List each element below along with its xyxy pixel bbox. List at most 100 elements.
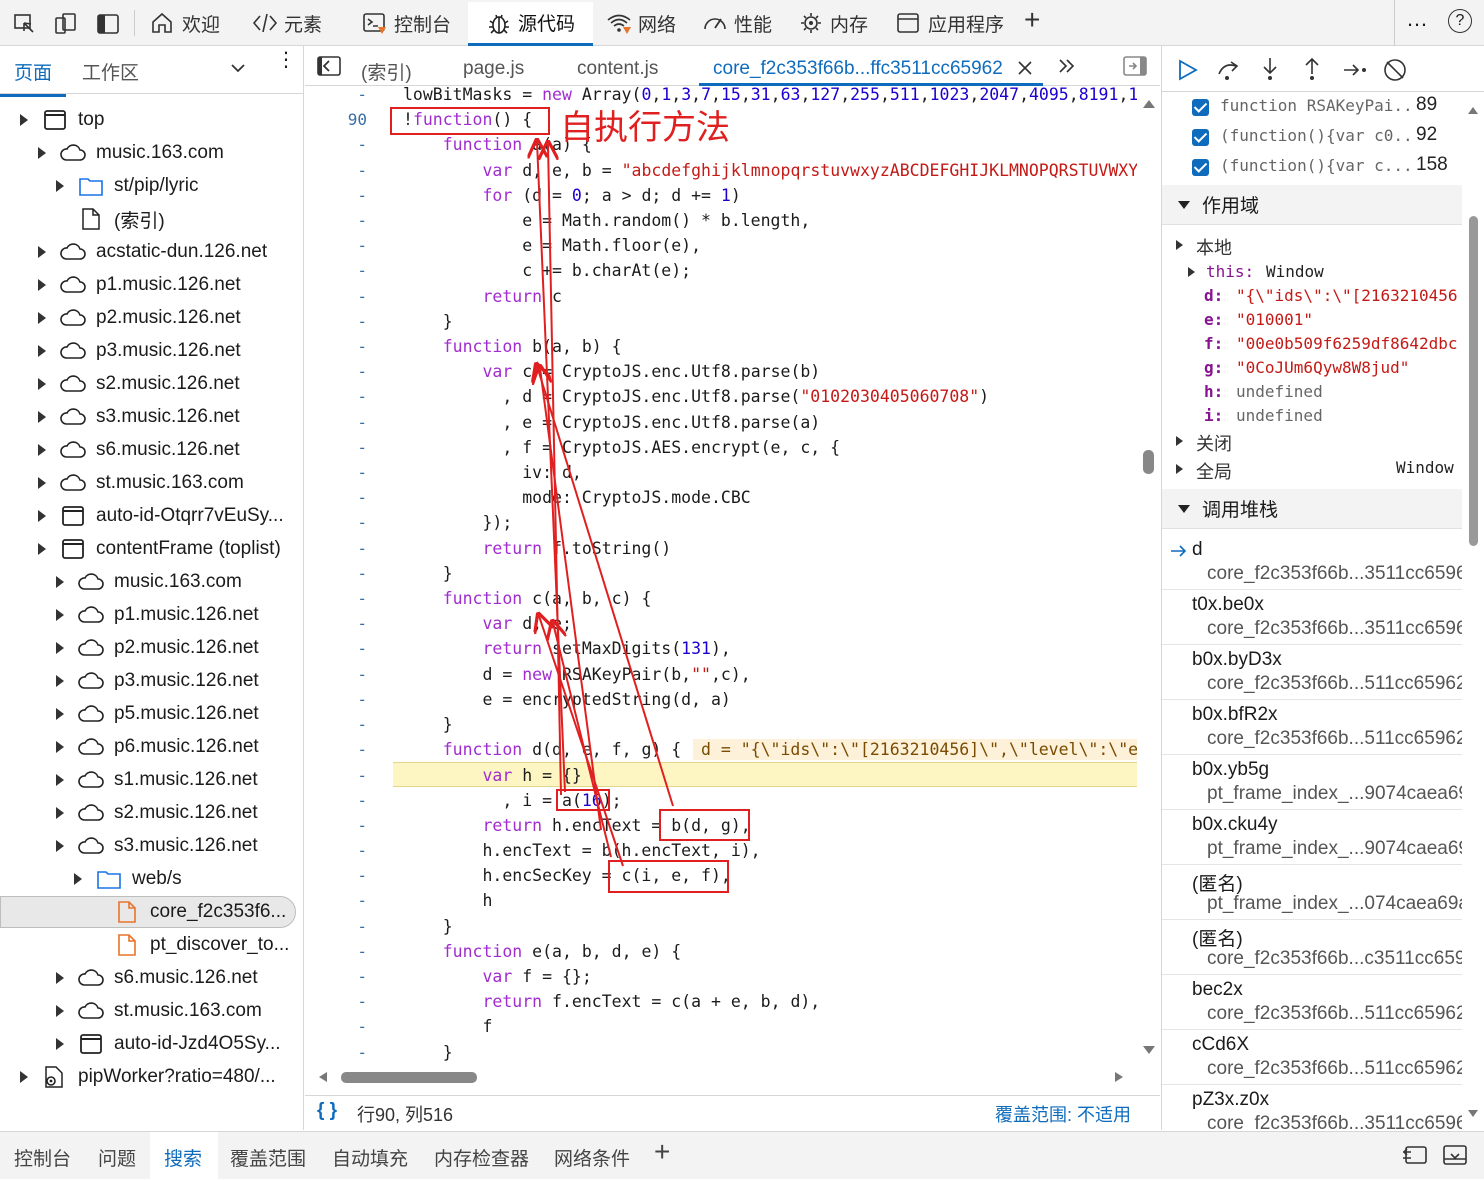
editor-tab-page-js[interactable]: page.js xyxy=(463,58,524,80)
frame-location[interactable]: pt_frame_index_...9074caea69 xyxy=(1207,783,1462,805)
code-line[interactable]: - var h = {} xyxy=(357,762,1137,788)
expand-arrow-icon[interactable] xyxy=(38,279,46,291)
scope-variable[interactable]: i: undefined xyxy=(1162,406,1462,430)
pretty-print-button[interactable]: { } xyxy=(317,1100,337,1122)
line-number[interactable]: - xyxy=(305,838,367,863)
expand-arrow-icon[interactable] xyxy=(38,510,46,522)
chevron-down-icon[interactable] xyxy=(230,60,246,76)
code-line[interactable]: - f xyxy=(305,1014,1137,1039)
more-options-button[interactable]: … xyxy=(1406,6,1429,32)
drawer-tab-console[interactable]: 控制台 xyxy=(14,1144,71,1171)
expand-arrow-icon[interactable] xyxy=(56,708,64,720)
line-number[interactable]: - xyxy=(305,813,367,838)
tree-item[interactable]: pipWorker?ratio=480/... xyxy=(20,1061,276,1093)
expand-arrow-icon[interactable] xyxy=(56,840,64,852)
drawer-tab-memory-inspector[interactable]: 内存检查器 xyxy=(434,1144,529,1171)
line-number[interactable]: - xyxy=(305,359,367,384)
scope-this[interactable]: this: Window xyxy=(1162,262,1462,286)
line-number[interactable]: - xyxy=(305,737,367,762)
tree-item[interactable]: s3.music.126.net xyxy=(56,830,258,862)
tree-item[interactable]: top xyxy=(20,104,104,136)
frame-location[interactable]: core_f2c353f66b...3511cc6596 xyxy=(1207,618,1462,640)
line-number[interactable]: - xyxy=(305,611,367,636)
callstack-frame[interactable]: d core_f2c353f66b...3511cc6596 xyxy=(1162,535,1462,590)
line-number[interactable]: - xyxy=(305,460,367,485)
line-number[interactable]: - xyxy=(305,536,367,561)
toggle-sidebar-icon[interactable] xyxy=(96,12,120,36)
code-line[interactable]: - }); xyxy=(305,510,1137,535)
expand-arrow-icon[interactable] xyxy=(56,807,64,819)
code-line[interactable]: - , e = CryptoJS.enc.Utf8.parse(a) xyxy=(305,410,1137,435)
line-number[interactable]: - xyxy=(305,888,367,913)
code-line[interactable]: - return c xyxy=(305,284,1137,309)
callstack-frame[interactable]: b0x.cku4y pt_frame_index_...9074caea69 xyxy=(1162,810,1462,865)
tree-item[interactable]: core_f2c353f6... xyxy=(0,896,296,928)
code-line[interactable]: - , f = CryptoJS.AES.encrypt(e, c, { xyxy=(305,435,1137,460)
code-line[interactable]: - var f = {}; xyxy=(305,964,1137,989)
resume-icon[interactable] xyxy=(1176,58,1200,82)
tree-item[interactable]: s6.music.126.net xyxy=(38,434,240,466)
line-number[interactable]: - xyxy=(305,132,367,157)
tab-performance[interactable]: 性能 xyxy=(702,9,772,37)
code-line[interactable]: - function b(a, b) { xyxy=(305,334,1137,359)
line-number[interactable]: - xyxy=(305,284,367,309)
step-into-icon[interactable] xyxy=(1260,56,1280,82)
expand-arrow-icon[interactable] xyxy=(56,1005,64,1017)
expand-arrow-icon[interactable] xyxy=(38,378,46,390)
callstack-frame[interactable]: t0x.be0x core_f2c353f66b...3511cc6596 xyxy=(1162,590,1462,645)
drawer-tab-network-conditions[interactable]: 网络条件 xyxy=(554,1144,630,1171)
tree-item[interactable]: p1.music.126.net xyxy=(38,269,241,301)
code-vscroll-thumb[interactable] xyxy=(1143,450,1154,474)
expand-arrow-icon[interactable] xyxy=(20,1071,28,1083)
code-line[interactable]: - return f.toString() xyxy=(305,536,1137,561)
callstack-frame[interactable]: bec2x core_f2c353f66b...511cc65962 xyxy=(1162,975,1462,1030)
tab-page[interactable]: 页面 xyxy=(0,58,67,97)
line-number[interactable]: - xyxy=(305,1014,367,1039)
help-button[interactable]: ? xyxy=(1448,9,1472,33)
code-line[interactable]: - } xyxy=(305,914,1137,939)
tab-application[interactable]: 应用程序 xyxy=(896,9,1004,37)
code-line[interactable]: - for (d = 0; a > d; d += 1) xyxy=(305,183,1137,208)
code-area[interactable]: - lowBitMasks = new Array(0,1,3,7,15,31,6… xyxy=(305,86,1137,1066)
callstack-frame[interactable]: (匿名) pt_frame_index_...074caea69a xyxy=(1162,865,1462,920)
tree-item[interactable]: p2.music.126.net xyxy=(38,302,241,334)
expand-arrow-icon[interactable] xyxy=(20,114,28,126)
toggle-navigator-icon[interactable] xyxy=(317,56,341,76)
line-number[interactable]: - xyxy=(305,1040,367,1065)
breakpoint-item[interactable]: (function(){var c... 158 xyxy=(1162,152,1462,180)
sidebar-vscrollbar[interactable] xyxy=(1466,98,1482,1124)
code-vscrollbar[interactable] xyxy=(1141,96,1157,1056)
line-number[interactable]: - xyxy=(305,863,367,888)
code-line[interactable]: - e = Math.random() * b.length, xyxy=(305,208,1137,233)
code-hscrollbar[interactable] xyxy=(315,1070,1135,1084)
tree-item[interactable]: acstatic-dun.126.net xyxy=(38,236,267,268)
code-line[interactable]: - } xyxy=(305,561,1137,586)
frame-location[interactable]: core_f2c353f66b...511cc65962 xyxy=(1207,1058,1462,1080)
more-tabs-icon[interactable] xyxy=(1057,56,1077,76)
tree-item[interactable]: s3.music.126.net xyxy=(38,401,240,433)
line-number[interactable]: - xyxy=(305,964,367,989)
code-line[interactable]: - var d, e, b = "abcdefghijklmnopqrstuvw… xyxy=(305,158,1137,183)
drawer-tab-issues[interactable]: 问题 xyxy=(98,1144,136,1171)
code-line[interactable]: - var c = CryptoJS.enc.Utf8.parse(b) xyxy=(305,359,1137,384)
tree-item[interactable]: auto-id-Jzd4O5Sy... xyxy=(56,1028,281,1060)
code-line[interactable]: - } xyxy=(305,712,1137,737)
line-number[interactable]: - xyxy=(305,258,367,283)
tree-item[interactable]: p2.music.126.net xyxy=(56,632,259,664)
callstack-header[interactable]: 调用堆栈 xyxy=(1162,489,1462,529)
line-number[interactable]: - xyxy=(305,435,367,460)
tab-sources[interactable]: 源代码 xyxy=(468,2,594,46)
tree-item[interactable]: st.music.163.com xyxy=(56,995,262,1027)
scope-variable[interactable]: g: "0CoJUm6Qyw8W8jud" xyxy=(1162,358,1462,382)
line-number[interactable]: - xyxy=(305,233,367,258)
code-line[interactable]: - c += b.charAt(e); xyxy=(305,258,1137,283)
deactivate-breakpoints-icon[interactable] xyxy=(1382,57,1408,83)
line-number[interactable]: - xyxy=(305,561,367,586)
line-number[interactable]: - xyxy=(305,158,367,183)
tab-memory[interactable]: 内存 xyxy=(798,9,868,37)
callstack-frame[interactable]: b0x.yb5g pt_frame_index_...9074caea69 xyxy=(1162,755,1462,810)
code-line[interactable]: - function e(a, b, d, e) { xyxy=(305,939,1137,964)
expand-arrow-icon[interactable] xyxy=(56,774,64,786)
callstack-frame[interactable]: (匿名) core_f2c353f66b...c3511cc659 xyxy=(1162,920,1462,975)
frame-location[interactable]: pt_frame_index_...9074caea69 xyxy=(1207,838,1462,860)
